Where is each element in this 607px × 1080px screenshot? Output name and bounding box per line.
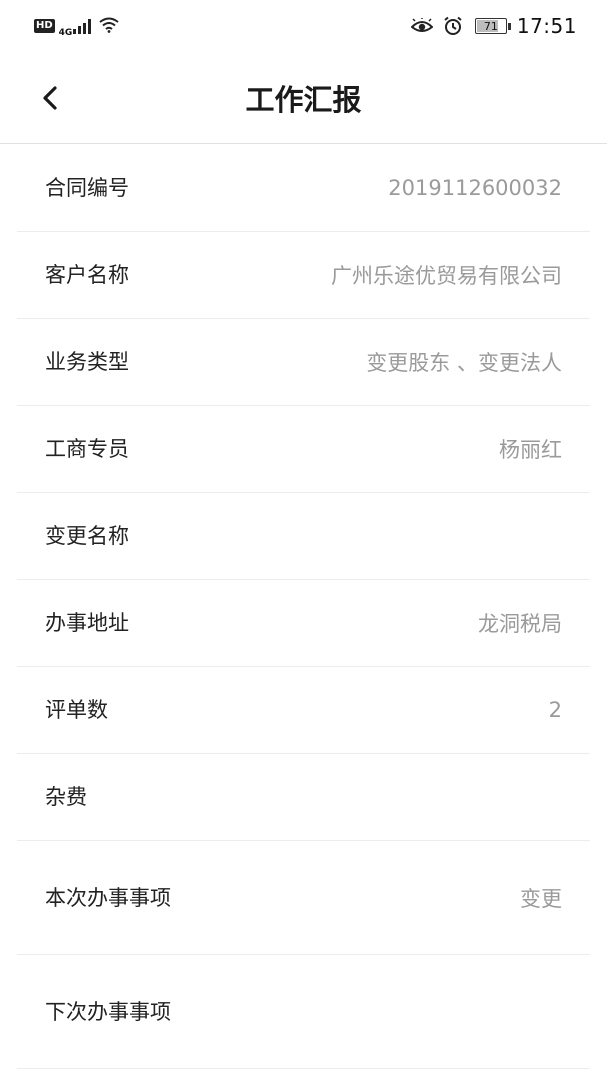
row-label: 评单数: [45, 698, 108, 722]
row-label: 办事地址: [45, 611, 129, 635]
row-label: 合同编号: [45, 176, 129, 200]
row-value: 2: [548, 698, 562, 722]
row-value: 广州乐途优贸易有限公司: [331, 264, 562, 288]
row-change-name: 变更名称: [17, 493, 590, 580]
row-label: 杂费: [45, 785, 87, 809]
row-office-address: 办事地址 龙洞税局: [17, 580, 590, 667]
wifi-icon: [99, 14, 119, 38]
status-left: HD 4G: [34, 14, 125, 38]
report-detail-list: 合同编号 2019112600032 客户名称 广州乐途优贸易有限公司 业务类型…: [0, 145, 607, 1069]
network-type: 4G: [58, 28, 73, 38]
battery-level: 71: [483, 19, 498, 33]
row-value: 2019112600032: [388, 176, 562, 200]
row-label: 工商专员: [45, 437, 129, 461]
status-bar: HD 4G 71 17:51: [0, 0, 607, 52]
page-title: 工作汇报: [245, 82, 362, 117]
row-business-type: 业务类型 变更股东 、变更法人: [17, 319, 590, 406]
battery-icon: 71: [474, 18, 511, 34]
row-customer-name: 客户名称 广州乐途优贸易有限公司: [17, 232, 590, 319]
clock-time: 17:51: [516, 14, 577, 38]
row-value: 变更股东 、变更法人: [366, 351, 562, 375]
row-label: 本次办事事项: [45, 885, 171, 910]
hd-badge: HD: [34, 19, 55, 33]
back-button[interactable]: [30, 78, 70, 118]
row-label: 业务类型: [45, 350, 129, 374]
row-label: 客户名称: [45, 263, 129, 287]
row-contract-number: 合同编号 2019112600032: [17, 145, 590, 232]
row-review-count: 评单数 2: [17, 667, 590, 754]
row-label: 变更名称: [45, 524, 129, 548]
eye-comfort-icon: [410, 18, 433, 34]
row-label: 下次办事事项: [45, 999, 171, 1024]
row-value: 杨丽红: [499, 438, 562, 462]
status-right: 71 17:51: [401, 14, 577, 38]
row-misc-fees: 杂费: [17, 754, 590, 841]
signal-icon: [73, 18, 92, 34]
alarm-icon: [443, 16, 463, 36]
row-next-task: 下次办事事项: [17, 955, 590, 1069]
chevron-left-icon: [43, 86, 57, 110]
row-current-task: 本次办事事项 变更: [17, 841, 590, 955]
row-commerce-specialist: 工商专员 杨丽红: [17, 406, 590, 493]
row-value: 变更: [520, 886, 562, 911]
title-bar: 工作汇报: [0, 52, 607, 144]
row-value: 龙洞税局: [478, 612, 562, 636]
